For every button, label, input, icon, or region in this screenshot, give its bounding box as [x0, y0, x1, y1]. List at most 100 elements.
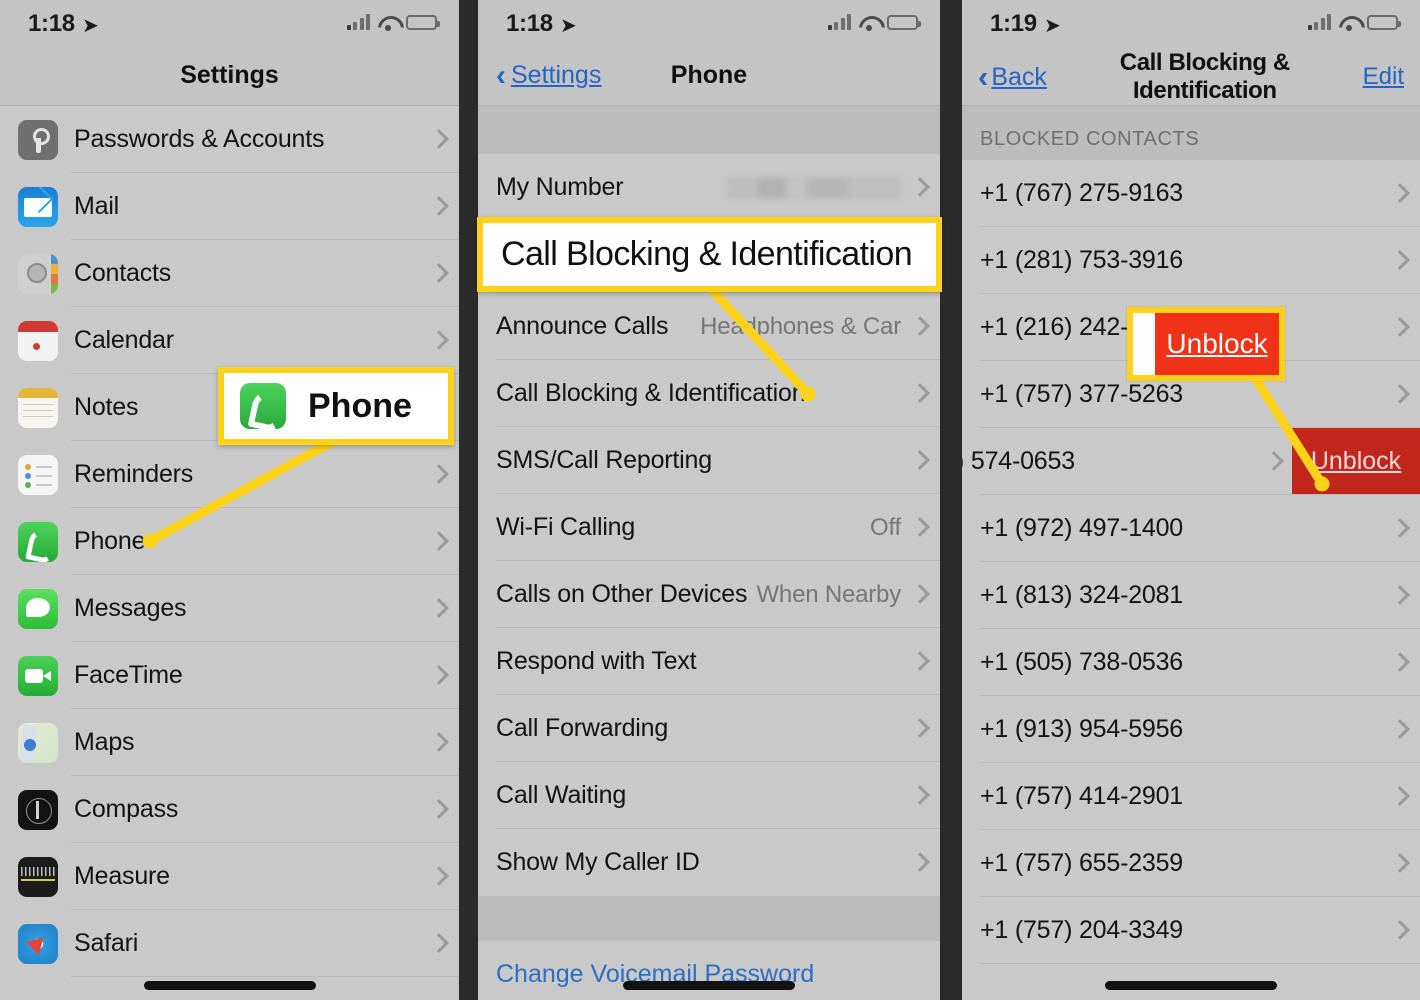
row-label: Call Forwarding [496, 714, 669, 742]
row-label: Messages [74, 594, 187, 622]
row-wifi-calling[interactable]: Wi-Fi Calling Off [478, 494, 940, 561]
callout-label: Unblock [1166, 328, 1268, 359]
row-label: Passwords & Accounts [74, 125, 325, 153]
chevron-right-icon [432, 733, 443, 752]
row-label: Show My Caller ID [496, 848, 700, 876]
chevron-right-icon [432, 197, 443, 216]
messages-icon [18, 588, 58, 629]
sidebar-item-measure[interactable]: Measure [0, 843, 459, 910]
list-spacer [478, 896, 940, 941]
sidebar-item-mail[interactable]: Mail [0, 173, 459, 240]
row-show-my-caller-id[interactable]: Show My Caller ID [478, 829, 940, 896]
callout-label: Call Blocking & Identification [501, 235, 913, 273]
chevron-right-icon [1393, 318, 1404, 337]
chevron-left-icon: ‹ [978, 59, 989, 94]
sidebar-item-reminders[interactable]: Reminders [0, 441, 459, 508]
row-call-forwarding[interactable]: Call Forwarding [478, 695, 940, 762]
blocked-contact-row[interactable]: +1 (813) 324-2081 [962, 562, 1420, 629]
blocked-number: +1 (757) 414-2901 [980, 782, 1184, 810]
callout-call-blocking: Call Blocking & Identification [477, 217, 942, 292]
blocked-contact-row[interactable]: +1 (757) 204-3349 [962, 897, 1420, 964]
sidebar-item-phone[interactable]: Phone [0, 508, 459, 575]
blocked-contact-row[interactable]: +1 (767) 275-9163 [962, 160, 1420, 227]
row-respond-with-text[interactable]: Respond with Text [478, 628, 940, 695]
nav-bar: ‹ Settings Phone [478, 48, 940, 106]
phone-icon [240, 383, 286, 429]
blocked-contacts-list: +1 (767) 275-9163 +1 (281) 753-3916 +1 (… [962, 160, 1420, 964]
blocked-number: +1 (757) 204-3349 [980, 916, 1184, 944]
three-panel-tutorial-screenshot: 1:18 ➤ Settings Passwords & Accounts Mai… [0, 0, 1420, 1000]
section-header-blocked-contacts: BLOCKED CONTACTS [962, 106, 1420, 160]
row-label: Call Blocking & Identification [496, 379, 806, 407]
chevron-right-icon [432, 465, 443, 484]
callout-phone: Phone [218, 367, 454, 445]
blocked-contact-row[interactable]: +1 (281) 753-3916 [962, 227, 1420, 294]
cellular-bars-icon [346, 14, 370, 30]
change-voicemail-password-link[interactable]: Change Voicemail Password [478, 941, 940, 1000]
sidebar-item-facetime[interactable]: FaceTime [0, 642, 459, 709]
chevron-right-icon [1393, 251, 1404, 270]
unblock-button[interactable]: Unblock [1292, 428, 1420, 495]
status-time: 1:18 [506, 10, 553, 37]
chevron-right-icon [1393, 385, 1404, 404]
chevron-right-icon [432, 867, 443, 886]
chevron-right-icon [1393, 586, 1404, 605]
chevron-right-icon [913, 317, 924, 336]
sidebar-item-safari[interactable]: Safari [0, 910, 459, 977]
blocked-number: +1 (281) 753-3916 [980, 246, 1184, 274]
status-bar: 1:18 ➤ [478, 0, 940, 48]
wifi-icon [378, 15, 398, 31]
row-call-blocking-identification[interactable]: Call Blocking & Identification [478, 360, 940, 427]
callout-unblock: Unblock [1127, 307, 1285, 381]
callout-red-area: Unblock [1155, 313, 1279, 375]
sidebar-item-messages[interactable]: Messages [0, 575, 459, 642]
compass-icon [18, 789, 58, 830]
mail-icon [18, 186, 58, 227]
chevron-right-icon [1393, 653, 1404, 672]
row-label: Wi-Fi Calling [496, 513, 636, 541]
settings-list: Passwords & Accounts Mail Contacts Calen… [0, 106, 459, 977]
row-my-number[interactable]: My Number [478, 154, 940, 221]
row-call-waiting[interactable]: Call Waiting [478, 762, 940, 829]
blocked-contact-row[interactable]: +1 (972) 497-1400 [962, 495, 1420, 562]
blocked-contact-row[interactable]: +1 (757) 655-2359 [962, 830, 1420, 897]
blocked-contact-row-swiped[interactable]: ) 574-0653 Unblock [962, 428, 1420, 495]
iphone-panel-call-blocking: 1:19 ➤ ‹ Back Call Blocking & Identifica… [962, 0, 1420, 1000]
blocked-contact-row[interactable]: +1 (913) 954-5956 [962, 696, 1420, 763]
blocked-contact-row[interactable]: +1 (757) 414-2901 [962, 763, 1420, 830]
row-value: Headphones & Car [700, 312, 901, 340]
chevron-right-icon [432, 800, 443, 819]
measure-icon [18, 856, 58, 897]
row-calls-on-other-devices[interactable]: Calls on Other Devices When Nearby [478, 561, 940, 628]
battery-icon [406, 14, 440, 30]
reminders-icon [18, 454, 58, 495]
sidebar-item-contacts[interactable]: Contacts [0, 240, 459, 307]
chevron-right-icon [913, 178, 924, 197]
row-label: Safari [74, 929, 139, 957]
chevron-right-icon [432, 130, 443, 149]
row-label: Calls on Other Devices [496, 580, 748, 608]
back-button[interactable]: ‹ Back [978, 59, 1047, 94]
chevron-right-icon [1393, 720, 1404, 739]
facetime-icon [18, 655, 58, 696]
sidebar-item-calendar[interactable]: Calendar [0, 307, 459, 374]
blocked-contact-row[interactable]: +1 (505) 738-0536 [962, 629, 1420, 696]
sidebar-item-compass[interactable]: Compass [0, 776, 459, 843]
edit-button[interactable]: Edit [1363, 63, 1404, 91]
sidebar-item-maps[interactable]: Maps [0, 709, 459, 776]
cellular-bars-icon [1307, 14, 1331, 30]
calendar-icon [18, 320, 58, 361]
chevron-right-icon [913, 652, 924, 671]
nav-bar: Settings [0, 48, 459, 106]
row-label: FaceTime [74, 661, 183, 689]
iphone-panel-phone-settings: 1:18 ➤ ‹ Settings Phone My Number Announ… [478, 0, 940, 1000]
row-sms-call-reporting[interactable]: SMS/Call Reporting [478, 427, 940, 494]
chevron-right-icon [913, 384, 924, 403]
page-title: Phone [670, 61, 748, 89]
sidebar-item-passwords[interactable]: Passwords & Accounts [0, 106, 459, 173]
status-bar: 1:18 ➤ [0, 0, 459, 48]
passwords-icon [18, 119, 58, 160]
row-announce-calls[interactable]: Announce Calls Headphones & Car [478, 293, 940, 360]
chevron-right-icon [1267, 452, 1278, 471]
row-value: Off [870, 513, 901, 541]
